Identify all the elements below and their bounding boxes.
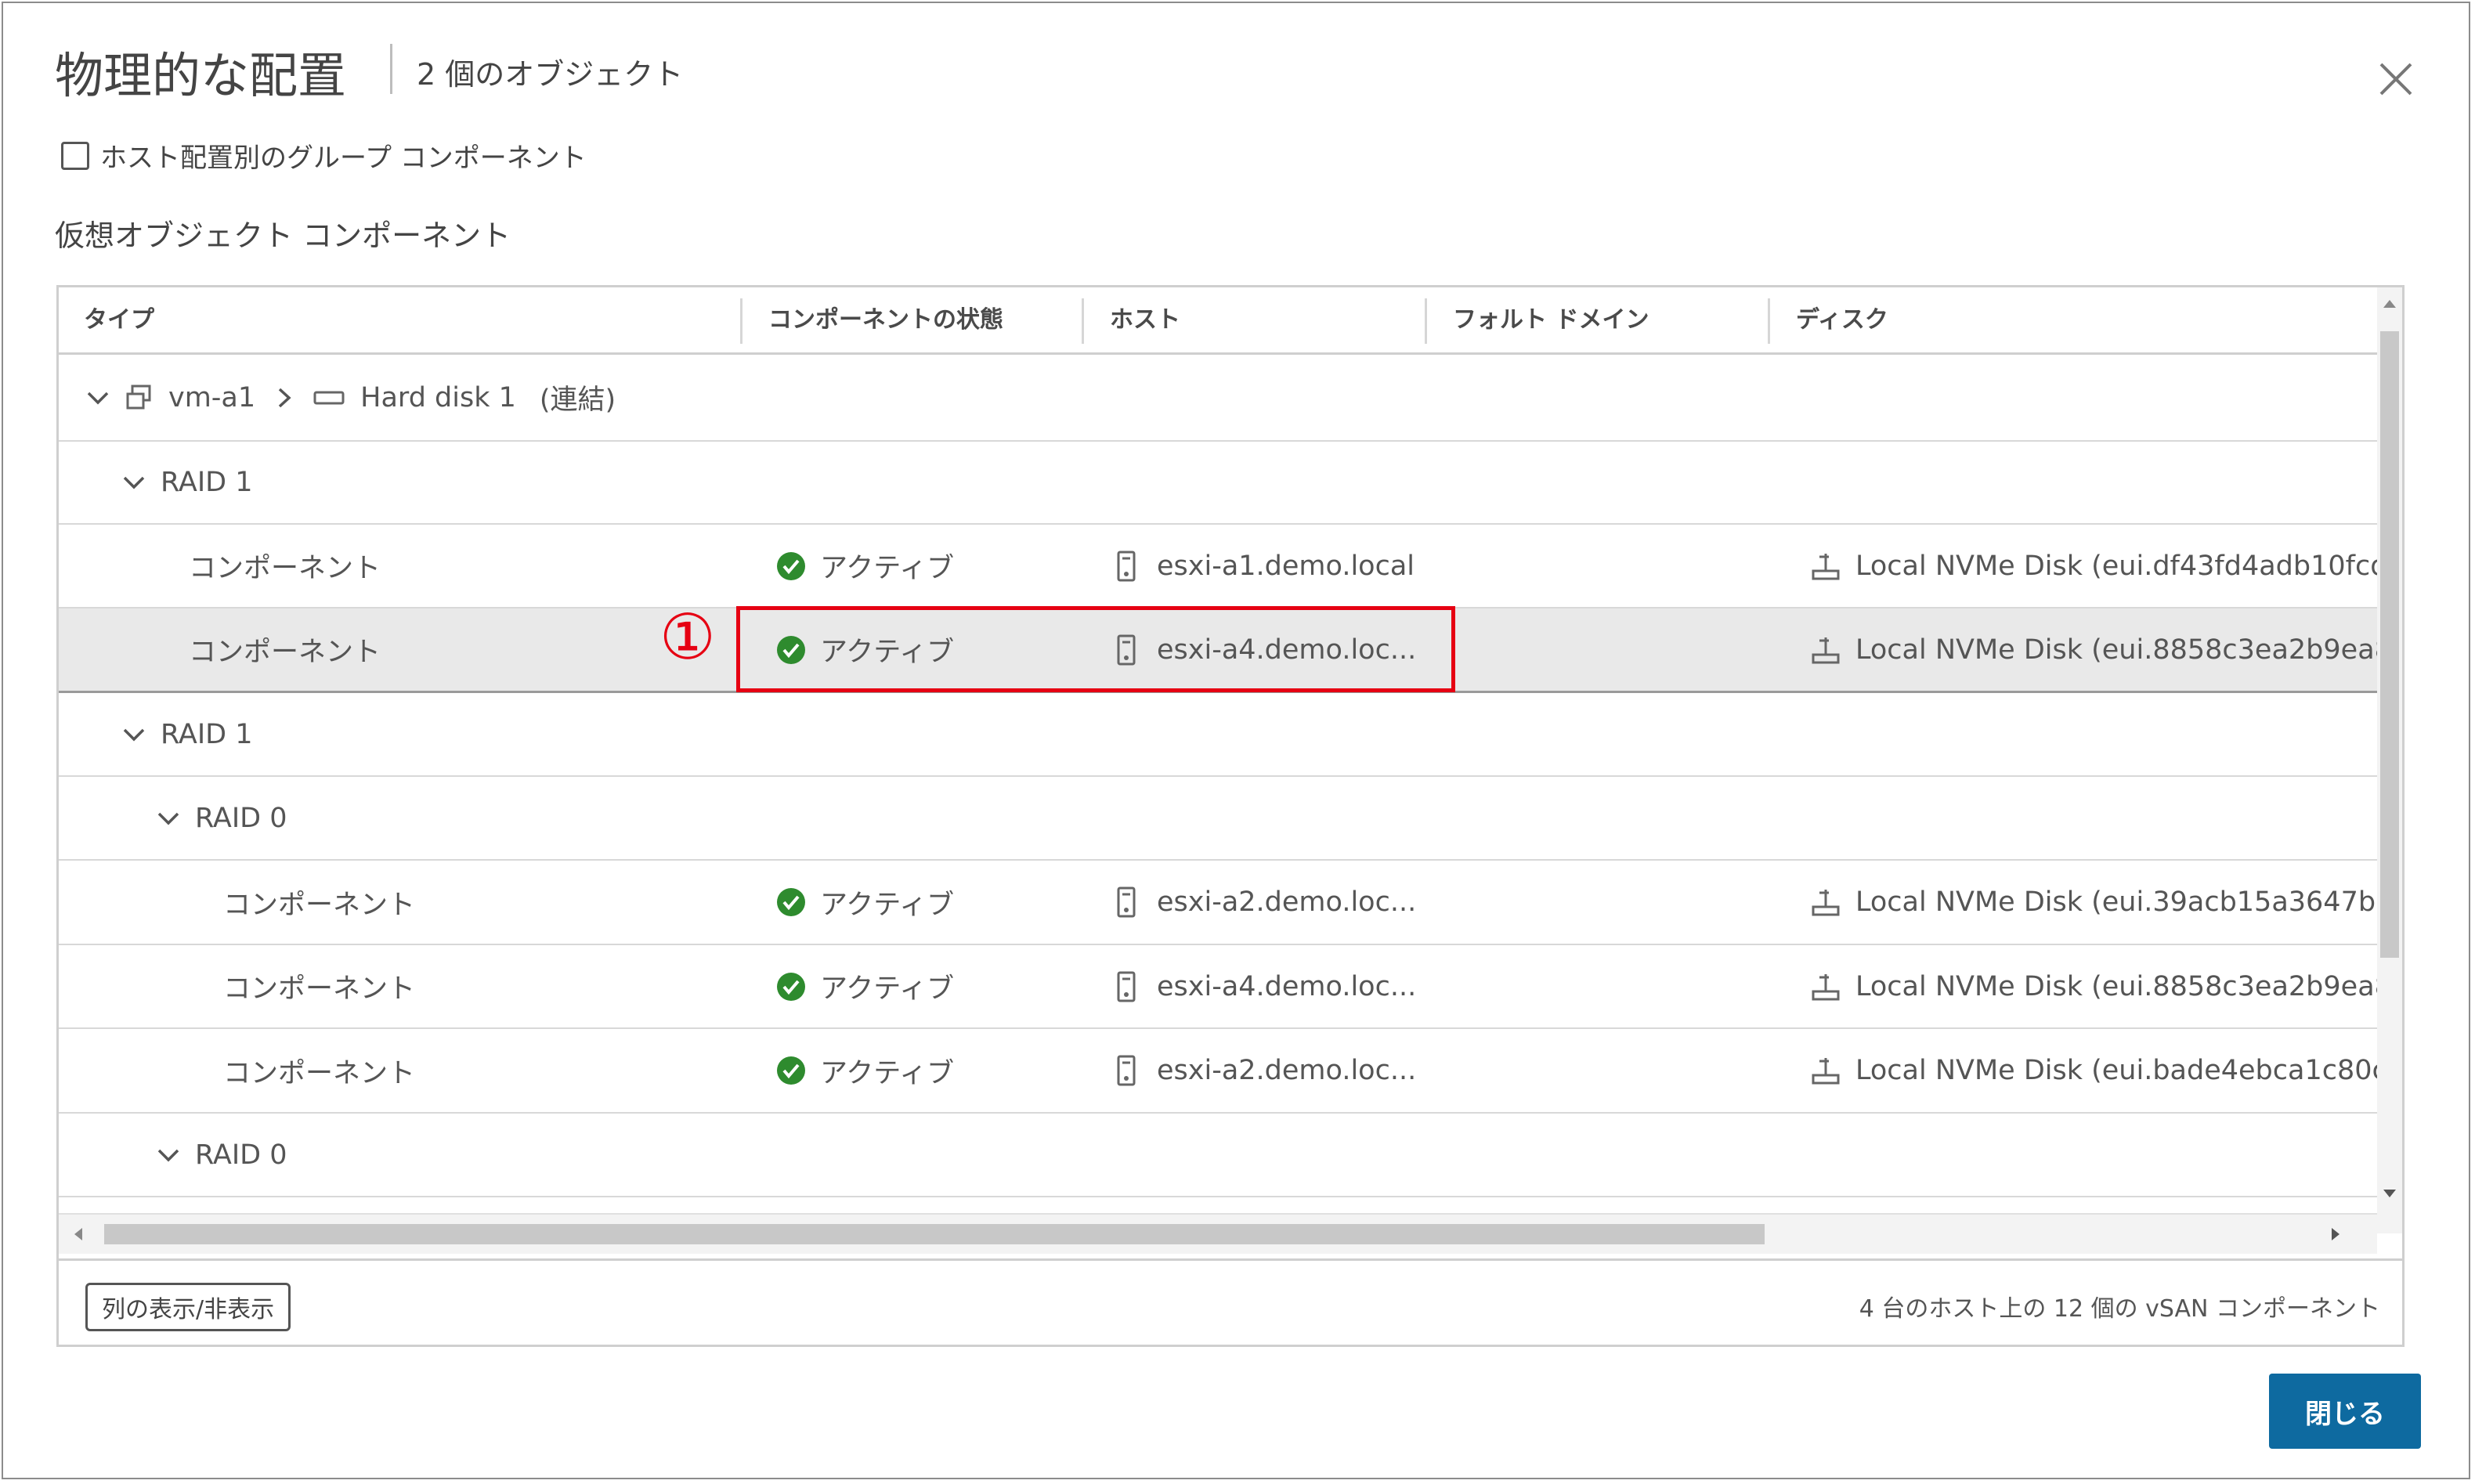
component-disk[interactable]: Local NVMe Disk (eui.8858c3ea2b9ea8	[1855, 971, 2377, 1002]
scroll-left-icon[interactable]	[73, 1226, 84, 1242]
check-circle-icon	[777, 551, 805, 580]
column-header-host[interactable]: ホスト	[1085, 287, 1423, 352]
column-separator[interactable]	[1425, 298, 1427, 344]
close-button[interactable]: 閉じる	[2269, 1374, 2421, 1449]
component-row[interactable]: コンポーネント アクティブ esxi-a2.demo.loc... Local …	[59, 861, 2377, 945]
component-row[interactable]: コンポーネント アクティブ esxi-a4.demo.loc... Local …	[59, 945, 2377, 1029]
column-header-disk[interactable]: ディスク	[1771, 287, 2344, 352]
server-icon	[1117, 551, 1136, 581]
raid-row[interactable]: RAID 1	[59, 442, 2377, 525]
component-status: アクティブ	[820, 1057, 955, 1089]
raid-row[interactable]: RAID 1	[59, 693, 2377, 777]
column-separator[interactable]	[1082, 298, 1084, 344]
component-type: コンポーネント	[189, 637, 381, 668]
raid-label: RAID 1	[161, 467, 253, 498]
column-header-status[interactable]: コンポーネントの状態	[743, 287, 1082, 352]
check-circle-icon	[777, 1056, 805, 1085]
disk-icon	[1812, 890, 1840, 916]
group-by-host-option[interactable]: ホスト配置別のグループ コンポーネント	[61, 136, 587, 175]
component-host[interactable]: esxi-a1.demo.local	[1157, 551, 1415, 582]
disk-icon	[1812, 973, 1840, 1000]
raid-label: RAID 0	[195, 802, 287, 834]
component-host[interactable]: esxi-a2.demo.loc...	[1157, 1055, 1416, 1086]
chevron-down-icon[interactable]	[121, 722, 146, 747]
section-label: 仮想オブジェクト コンポーネント	[55, 218, 511, 253]
disk-icon	[1812, 553, 1840, 580]
disk-suffix: (連結)	[539, 385, 616, 416]
raid-label: RAID 0	[195, 1139, 287, 1171]
annotation-marker: ①	[659, 601, 716, 673]
server-icon	[1117, 971, 1136, 1002]
raid-label: RAID 1	[161, 718, 253, 750]
disk-name[interactable]: Hard disk 1	[360, 382, 516, 413]
component-host[interactable]: esxi-a4.demo.loc...	[1157, 971, 1416, 1002]
column-header-fault-domain[interactable]: フォルト ドメイン	[1428, 287, 1766, 352]
server-icon	[1117, 886, 1136, 918]
component-disk[interactable]: Local NVMe Disk (eui.bade4ebca1c80c	[1855, 1055, 2377, 1086]
scroll-right-icon[interactable]	[2330, 1226, 2341, 1242]
vertical-scrollbar[interactable]	[2377, 287, 2402, 1233]
grid-header: タイプ コンポーネントの状態 ホスト フォルト ドメイン ディスク	[59, 287, 2377, 355]
raid-row[interactable]: RAID 0	[59, 777, 2377, 861]
component-status: アクティブ	[820, 889, 955, 921]
column-separator[interactable]	[1768, 298, 1770, 344]
title-divider	[390, 44, 392, 94]
chevron-down-icon[interactable]	[156, 806, 181, 831]
raid-row[interactable]: RAID 0	[59, 1114, 2377, 1197]
component-status: アクティブ	[820, 973, 955, 1005]
chevron-down-icon[interactable]	[156, 1143, 181, 1168]
chevron-right-icon	[278, 388, 291, 407]
physical-placement-dialog: 物理的な配置 2 個のオブジェクト ホスト配置別のグループ コンポーネント 仮想…	[2, 2, 2470, 1479]
component-type: コンポーネント	[223, 973, 416, 1005]
component-disk[interactable]: Local NVMe Disk (eui.df43fd4adb10fcd	[1855, 551, 2377, 582]
component-row[interactable]: コンポーネント アクティブ esxi-a1.demo.local Local N…	[59, 525, 2377, 608]
disk-icon	[1812, 1058, 1840, 1085]
component-disk[interactable]: Local NVMe Disk (eui.8858c3ea2b9ea8	[1855, 634, 2377, 666]
horizontal-scrollbar[interactable]	[59, 1213, 2377, 1254]
vertical-scroll-thumb[interactable]	[2380, 331, 2399, 958]
vm-icon	[126, 385, 151, 409]
column-header-type[interactable]: タイプ	[59, 287, 742, 352]
group-by-host-checkbox[interactable]	[61, 141, 89, 170]
component-type: コンポーネント	[223, 889, 416, 921]
scroll-up-icon[interactable]	[2382, 298, 2397, 309]
component-type: コンポーネント	[189, 553, 381, 584]
dialog-title: 物理的な配置	[55, 47, 347, 104]
group-by-host-label: ホスト配置別のグループ コンポーネント	[100, 143, 587, 174]
horizontal-scroll-thumb[interactable]	[104, 1224, 1765, 1244]
component-status: アクティブ	[820, 553, 955, 584]
hard-disk-icon	[313, 391, 345, 404]
object-count: 2 個のオブジェクト	[417, 57, 684, 92]
chevron-down-icon[interactable]	[85, 385, 110, 410]
component-row[interactable]: コンポーネント アクティブ esxi-a2.demo.loc... Local …	[59, 1029, 2377, 1114]
components-grid: タイプ コンポーネントの状態 ホスト フォルト ドメイン ディスク vm-a1	[56, 285, 2405, 1347]
chevron-down-icon[interactable]	[121, 470, 146, 495]
component-count: 4 台のホスト上の 12 個の vSAN コンポーネント	[1859, 1295, 2380, 1323]
annotation-highlight	[736, 606, 1455, 692]
column-toggle-button[interactable]: 列の表示/非表示	[85, 1283, 291, 1331]
grid-footer: 列の表示/非表示 4 台のホスト上の 12 個の vSAN コンポーネント	[59, 1258, 2402, 1345]
close-icon[interactable]	[2376, 60, 2415, 99]
vm-name[interactable]: vm-a1	[168, 382, 255, 413]
object-row[interactable]: vm-a1 Hard disk 1 (連結)	[59, 355, 2377, 442]
component-host[interactable]: esxi-a2.demo.loc...	[1157, 886, 1416, 918]
scroll-down-icon[interactable]	[2382, 1188, 2397, 1199]
check-circle-icon	[777, 972, 805, 1001]
component-disk[interactable]: Local NVMe Disk (eui.39acb15a3647bb	[1855, 886, 2377, 918]
disk-icon	[1812, 637, 1840, 663]
column-separator[interactable]	[740, 298, 742, 344]
check-circle-icon	[777, 888, 805, 916]
component-type: コンポーネント	[223, 1057, 416, 1089]
grid-body: vm-a1 Hard disk 1 (連結) RAID 1 コンポーネント アク…	[59, 355, 2377, 1232]
server-icon	[1117, 1055, 1136, 1086]
